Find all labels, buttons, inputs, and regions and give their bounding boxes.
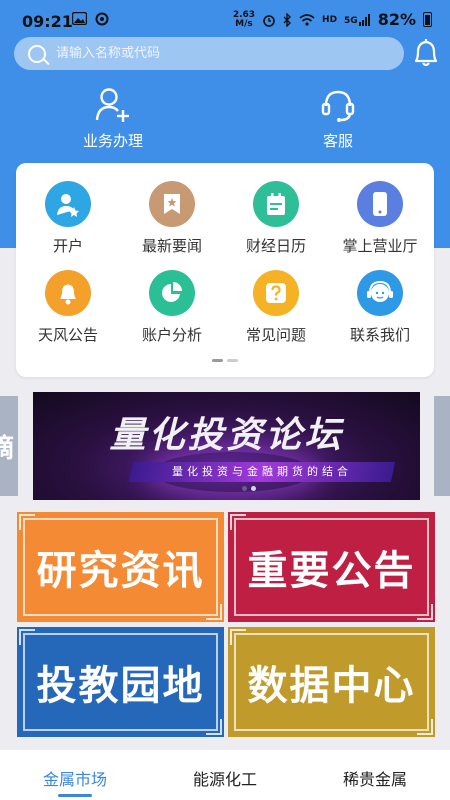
battery-icon: [423, 12, 432, 27]
question-icon: [253, 270, 299, 316]
network-type-label: 5G: [344, 15, 358, 26]
page-dot: [227, 359, 238, 362]
banner-prev-slide[interactable]: 摘: [0, 396, 18, 496]
tab-energy-chemicals[interactable]: 能源化工: [150, 750, 300, 800]
alarm-icon: [263, 14, 275, 27]
banner-slide-indicator: [242, 486, 256, 491]
data-center-tile[interactable]: 数据中心: [228, 627, 435, 737]
search-icon: [28, 44, 46, 63]
bookmark-news-icon: [149, 181, 195, 227]
contact-icon: [357, 270, 403, 316]
grid-item-label: 常见问题: [245, 326, 306, 344]
tile-frame: 投教园地: [19, 629, 222, 735]
banner-next-slide[interactable]: [434, 396, 450, 496]
bluetooth-icon: [283, 12, 292, 27]
quick-access-card: 开户 最新要闻 财经日历 掌上营业厅 天风公告 账户分析 常见问题 联系我们: [16, 163, 434, 377]
research-info-tile[interactable]: 研究资讯: [17, 512, 224, 622]
tile-frame: 重要公告: [230, 514, 433, 620]
grid-item-open-account[interactable]: 开户: [16, 181, 120, 256]
investor-education-tile[interactable]: 投教园地: [17, 627, 224, 737]
grid-item-label: 开户: [52, 237, 83, 255]
banner-side-text: 摘: [0, 434, 15, 464]
5g-signal-icon: 5G: [344, 13, 371, 26]
tile-label: 研究资讯: [36, 547, 205, 594]
search-bar[interactable]: [14, 37, 404, 70]
business-handling-label: 业务办理: [82, 132, 143, 150]
battery-percent: 82%: [377, 10, 416, 29]
customer-service-button[interactable]: 客服: [278, 86, 398, 151]
grid-item-label: 账户分析: [141, 326, 202, 344]
grid-page-indicator: [212, 359, 238, 362]
notification-bell-icon[interactable]: [410, 36, 442, 70]
customer-service-label: 客服: [322, 132, 353, 150]
tile-frame: 研究资讯: [19, 514, 222, 620]
page-dot-active: [212, 359, 223, 362]
banner-title: 量化投资论坛: [109, 415, 344, 456]
grid-item-mobile-hall[interactable]: 掌上营业厅: [328, 181, 432, 256]
grid-item-label: 最新要闻: [141, 237, 202, 255]
slide-dot: [242, 486, 247, 491]
mobile-phone-icon: [357, 181, 403, 227]
tile-label: 重要公告: [247, 547, 416, 594]
account-open-icon: [45, 181, 91, 227]
grid-item-tianfeng-notice[interactable]: 天风公告: [16, 270, 120, 345]
status-right-icons: 2.63 M/s HD 5G 82%: [233, 10, 432, 29]
grid-item-label: 财经日历: [245, 237, 306, 255]
grid-item-label: 天风公告: [37, 326, 98, 344]
banner-subtitle-strip: 量化投资与金融期货的结合: [128, 462, 396, 482]
network-speed: 2.63 M/s: [233, 10, 255, 29]
grid-item-label: 联系我们: [349, 326, 410, 344]
sync-icon: [95, 12, 109, 26]
tile-label: 投教园地: [36, 662, 205, 709]
grid-item-label: 掌上营业厅: [342, 237, 418, 255]
important-notice-tile[interactable]: 重要公告: [228, 512, 435, 622]
image-icon: [72, 12, 87, 25]
status-time: 09:21: [22, 12, 73, 31]
tile-frame: 数据中心: [230, 629, 433, 735]
banner-subtitle: 量化投资与金融期货的结合: [172, 465, 352, 478]
market-tabs: 金属市场 能源化工 稀贵金属: [0, 750, 450, 800]
add-user-icon: [95, 88, 129, 122]
grid-item-latest-news[interactable]: 最新要闻: [120, 181, 224, 256]
bell-icon: [45, 270, 91, 316]
hd-icon: HD: [322, 14, 338, 25]
wifi-icon: [299, 13, 315, 26]
tab-metals-market[interactable]: 金属市场: [0, 750, 150, 800]
headset-icon: [321, 90, 355, 122]
calendar-icon: [253, 181, 299, 227]
status-bar: 09:21 2.63 M/s HD 5G 82%: [0, 0, 450, 40]
tab-precious-metals[interactable]: 稀贵金属: [300, 750, 450, 800]
status-left-icons: [72, 12, 109, 26]
quant-forum-banner[interactable]: 量化投资论坛 量化投资与金融期货的结合: [33, 392, 420, 500]
grid-item-contact-us[interactable]: 联系我们: [328, 270, 432, 345]
slide-dot-active: [251, 486, 256, 491]
grid-item-financial-calendar[interactable]: 财经日历: [224, 181, 328, 256]
business-handling-button[interactable]: 业务办理: [53, 86, 173, 151]
grid-item-faq[interactable]: 常见问题: [224, 270, 328, 345]
pie-chart-icon: [149, 270, 195, 316]
network-speed-unit: M/s: [235, 18, 253, 29]
tile-label: 数据中心: [247, 662, 416, 709]
grid-item-account-analysis[interactable]: 账户分析: [120, 270, 224, 345]
search-input[interactable]: [56, 46, 356, 61]
